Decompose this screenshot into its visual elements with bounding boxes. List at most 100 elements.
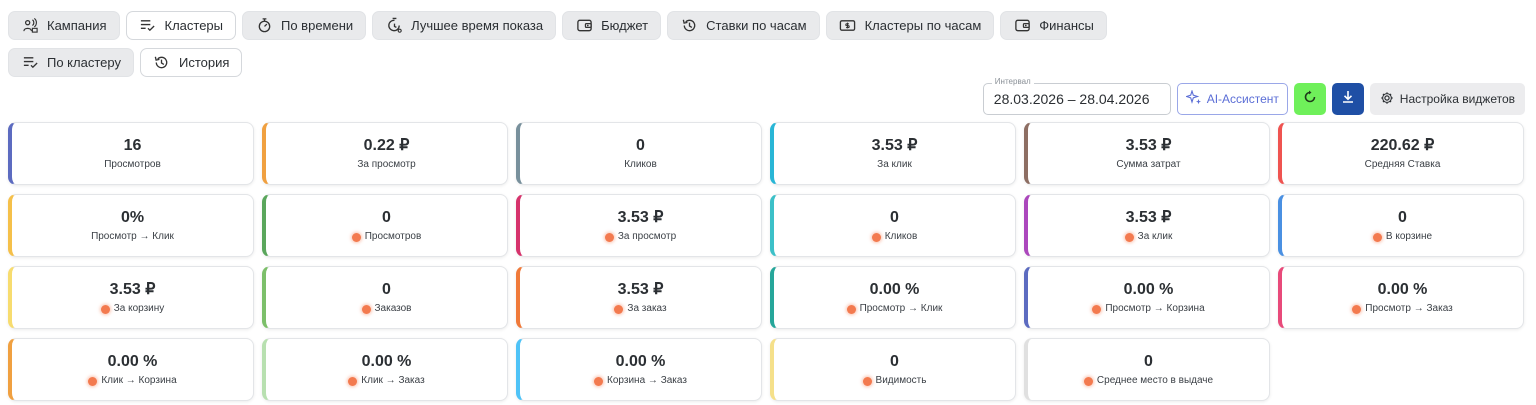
metric-card: 3.53 ₽ За просмотр <box>516 194 762 257</box>
tab-primary-4[interactable]: Бюджет <box>562 11 662 40</box>
status-dot-icon <box>871 232 881 242</box>
ai-assistant-label: AI-Ассистент <box>1206 92 1279 106</box>
metric-value: 0.00 % <box>615 353 666 370</box>
metric-label-row: Среднее место в выдаче <box>1083 375 1214 387</box>
download-icon <box>1340 89 1356 110</box>
tab-primary-5[interactable]: Ставки по часам <box>667 11 820 40</box>
download-button[interactable] <box>1331 83 1364 115</box>
metric-label: За просмотр <box>617 231 677 242</box>
status-dot-icon <box>594 376 604 386</box>
metric-value: 0 <box>382 209 391 226</box>
metric-label-row: Просмотр → Корзина <box>1092 303 1205 315</box>
metric-value: 3.53 ₽ <box>617 281 664 298</box>
metric-label-row: Кликов <box>871 231 918 243</box>
tab-label: По кластеру <box>47 55 121 70</box>
metric-label: Просмотр → Заказ <box>1365 303 1453 314</box>
metric-card: 0 Кликов <box>770 194 1016 257</box>
tab-label: По времени <box>281 18 354 33</box>
refresh-button[interactable] <box>1293 83 1326 115</box>
metric-card: 0 Видимость <box>770 338 1016 401</box>
metric-label: Видимость <box>875 375 927 386</box>
tab-row-primary: Кампания Кластеры По времени Лучшее время п… <box>8 11 1208 40</box>
interval-label: Интервал <box>991 77 1034 86</box>
metric-label: Просмотр → Клик <box>859 303 943 314</box>
tab-primary-1[interactable]: Кластеры <box>125 11 236 40</box>
status-dot-icon <box>351 232 361 242</box>
metric-card: 3.53 ₽ За заказ <box>516 266 762 329</box>
campaign-icon <box>21 17 39 35</box>
status-dot-icon <box>862 376 872 386</box>
tab-bar: Кампания Кластеры По времени Лучшее время п… <box>8 11 1208 85</box>
metric-value: 3.53 ₽ <box>617 209 664 226</box>
metric-value: 0 <box>1144 353 1153 370</box>
tab-label: Ставки по часам <box>706 18 807 33</box>
tab-secondary-1[interactable]: История <box>139 48 243 77</box>
metric-value: 3.53 ₽ <box>1125 209 1172 226</box>
interval-picker[interactable]: Интервал 28.03.2026 – 28.04.2026 <box>982 77 1171 115</box>
metric-label-row: Средняя Ставка <box>1365 159 1441 171</box>
status-dot-icon <box>1092 304 1102 314</box>
metric-value: 0.00 % <box>1377 281 1428 298</box>
metric-value: 0 <box>636 137 645 154</box>
status-dot-icon <box>1124 232 1134 242</box>
metric-value: 0% <box>120 209 145 226</box>
gear-icon <box>1380 91 1394 108</box>
metric-label-row: Просмотр → Клик <box>846 303 943 315</box>
tab-primary-6[interactable]: Кластеры по часам <box>825 11 995 40</box>
tab-primary-2[interactable]: По времени <box>242 11 367 40</box>
metric-value: 0 <box>1398 209 1407 226</box>
metric-label: Сумма затрат <box>1116 159 1181 170</box>
metric-label-row: Клик → Заказ <box>348 375 425 387</box>
metric-card: 0.00 % Просмотр → Корзина <box>1024 266 1270 329</box>
metric-label: За корзину <box>113 303 165 314</box>
list-check-icon <box>21 54 39 72</box>
tab-label: Финансы <box>1039 18 1094 33</box>
status-dot-icon <box>604 232 614 242</box>
metric-label-row: Заказов <box>361 303 412 315</box>
metric-value: 0 <box>890 353 899 370</box>
tab-primary-0[interactable]: Кампания <box>8 11 120 40</box>
metric-card: 0.00 % Клик → Корзина <box>8 338 254 401</box>
metric-label: Кликов <box>884 231 918 242</box>
tab-label: Бюджет <box>601 18 649 33</box>
metric-card: 0% Просмотр → Клик <box>8 194 254 257</box>
interval-value: 28.03.2026 – 28.04.2026 <box>993 91 1150 107</box>
metric-card: 0 Кликов <box>516 122 762 185</box>
metric-card: 0 Среднее место в выдаче <box>1024 338 1270 401</box>
metric-label: Корзина → Заказ <box>607 375 687 386</box>
status-dot-icon <box>88 376 98 386</box>
metric-label-row: За клик <box>877 159 912 171</box>
widget-settings-button[interactable]: Настройка виджетов <box>1369 83 1525 115</box>
metric-label-row: За просмотр <box>357 159 415 171</box>
metric-label: Просмотр → Клик <box>91 231 174 242</box>
metric-card: 3.53 ₽ Сумма затрат <box>1024 122 1270 185</box>
timer-settings-icon <box>385 17 403 35</box>
metric-label: За клик <box>877 159 912 170</box>
tab-label: Кластеры <box>164 18 224 33</box>
metric-label-row: За просмотр <box>604 231 677 243</box>
metric-label-row: За заказ <box>614 303 667 315</box>
metric-card: 0.00 % Корзина → Заказ <box>516 338 762 401</box>
metric-label-row: Просмотров <box>104 159 161 171</box>
tab-label: Кампания <box>47 18 107 33</box>
ai-assistant-button[interactable]: AI-Ассистент <box>1176 83 1288 115</box>
status-dot-icon <box>100 304 110 314</box>
metric-value: 220.62 ₽ <box>1370 137 1435 154</box>
wallet-icon <box>575 17 593 35</box>
tab-label: История <box>178 55 230 70</box>
metric-label-row: Просмотр → Заказ <box>1352 303 1453 315</box>
metric-value: 0.00 % <box>107 353 158 370</box>
tab-secondary-0[interactable]: По кластеру <box>8 48 134 77</box>
metric-card: 0 Заказов <box>262 266 508 329</box>
metric-card: 0 Просмотров <box>262 194 508 257</box>
metric-label: Среднее место в выдаче <box>1096 375 1214 386</box>
metric-value: 0.00 % <box>869 281 920 298</box>
status-dot-icon <box>846 304 856 314</box>
tab-primary-3[interactable]: Лучшее время показа <box>372 11 557 40</box>
tab-primary-7[interactable]: Финансы <box>1000 11 1107 40</box>
sparkles-icon <box>1184 88 1202 109</box>
list-check-icon <box>139 17 157 35</box>
metric-card: 0.22 ₽ За просмотр <box>262 122 508 185</box>
metric-card: 0.00 % Просмотр → Заказ <box>1278 266 1524 329</box>
tab-row-secondary: По кластеру История <box>8 48 1208 77</box>
